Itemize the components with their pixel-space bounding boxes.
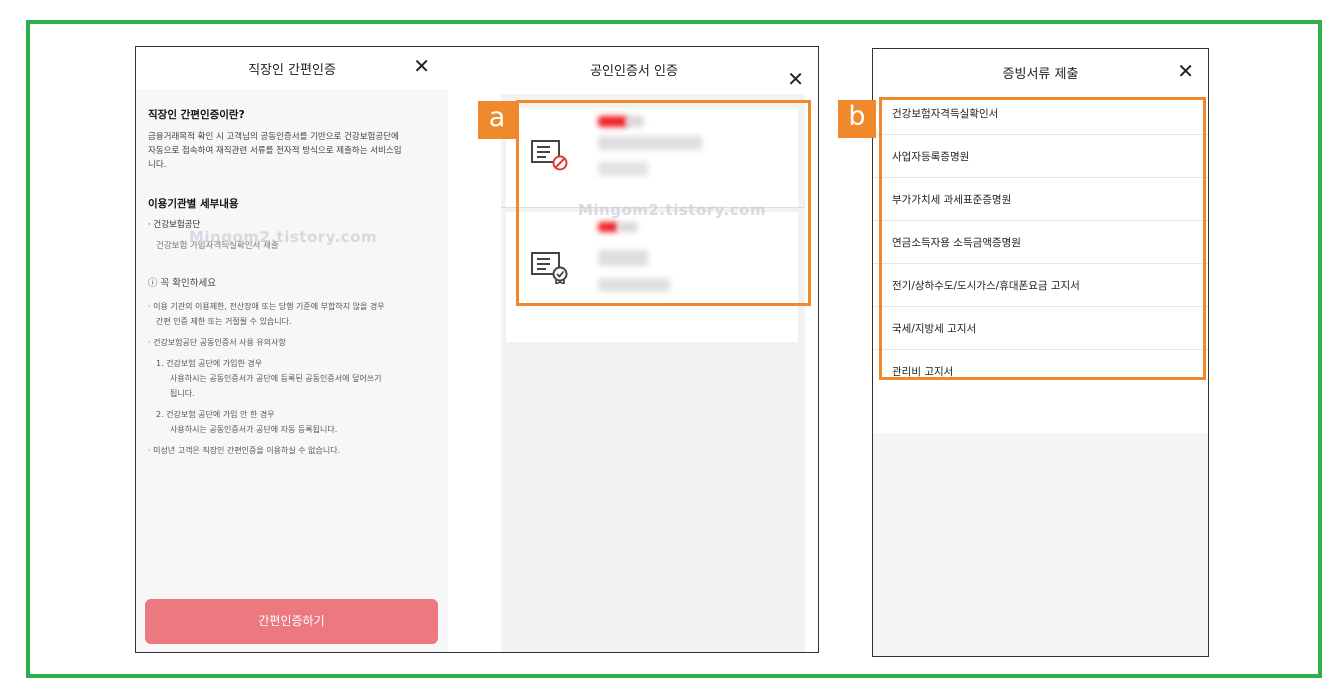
what-description: 금융거래목적 확인 시 고객님의 공동인증서를 기반으로 건강보험공단에 자동으… bbox=[148, 132, 402, 170]
notice-list: · 이용 기관의 이용제한, 전산장애 또는 당행 기준에 부합하지 않을 경우… bbox=[148, 302, 385, 455]
simple-auth-body: 직장인 간편인증이란? 금융거래목적 확인 시 고객님의 공동인증서를 기반으로… bbox=[136, 89, 436, 458]
what-heading: 직장인 간편인증이란? bbox=[148, 109, 245, 121]
simple-auth-title: 직장인 간편인증 bbox=[248, 63, 336, 78]
highlight-box-b bbox=[879, 97, 1206, 380]
document-submit-header: 증빙서류 제출 ✕ bbox=[873, 49, 1208, 96]
annotation-label-b: b bbox=[838, 100, 876, 138]
close-icon[interactable]: ✕ bbox=[1177, 61, 1194, 81]
simple-auth-header: 직장인 간편인증 ✕ bbox=[136, 47, 448, 89]
document-submit-title: 증빙서류 제출 bbox=[1002, 67, 1079, 82]
simple-auth-button[interactable]: 간편인증하기 bbox=[145, 599, 438, 644]
close-icon[interactable]: ✕ bbox=[413, 56, 430, 76]
certificate-title: 공인인증서 인증 bbox=[590, 64, 678, 79]
simple-auth-modal: 직장인 간편인증 ✕ 직장인 간편인증이란? 금융거래목적 확인 시 고객님의 … bbox=[136, 47, 448, 652]
close-icon[interactable]: ✕ bbox=[787, 69, 804, 89]
highlight-box-a bbox=[516, 100, 811, 306]
detail-heading: 이용기관별 세부내용 bbox=[148, 198, 239, 210]
watermark: Mingom2.tistory.com bbox=[189, 228, 378, 246]
annotation-label-a: a bbox=[478, 101, 516, 139]
notice-title: ⓘ 꼭 확인하세요 bbox=[148, 278, 216, 289]
